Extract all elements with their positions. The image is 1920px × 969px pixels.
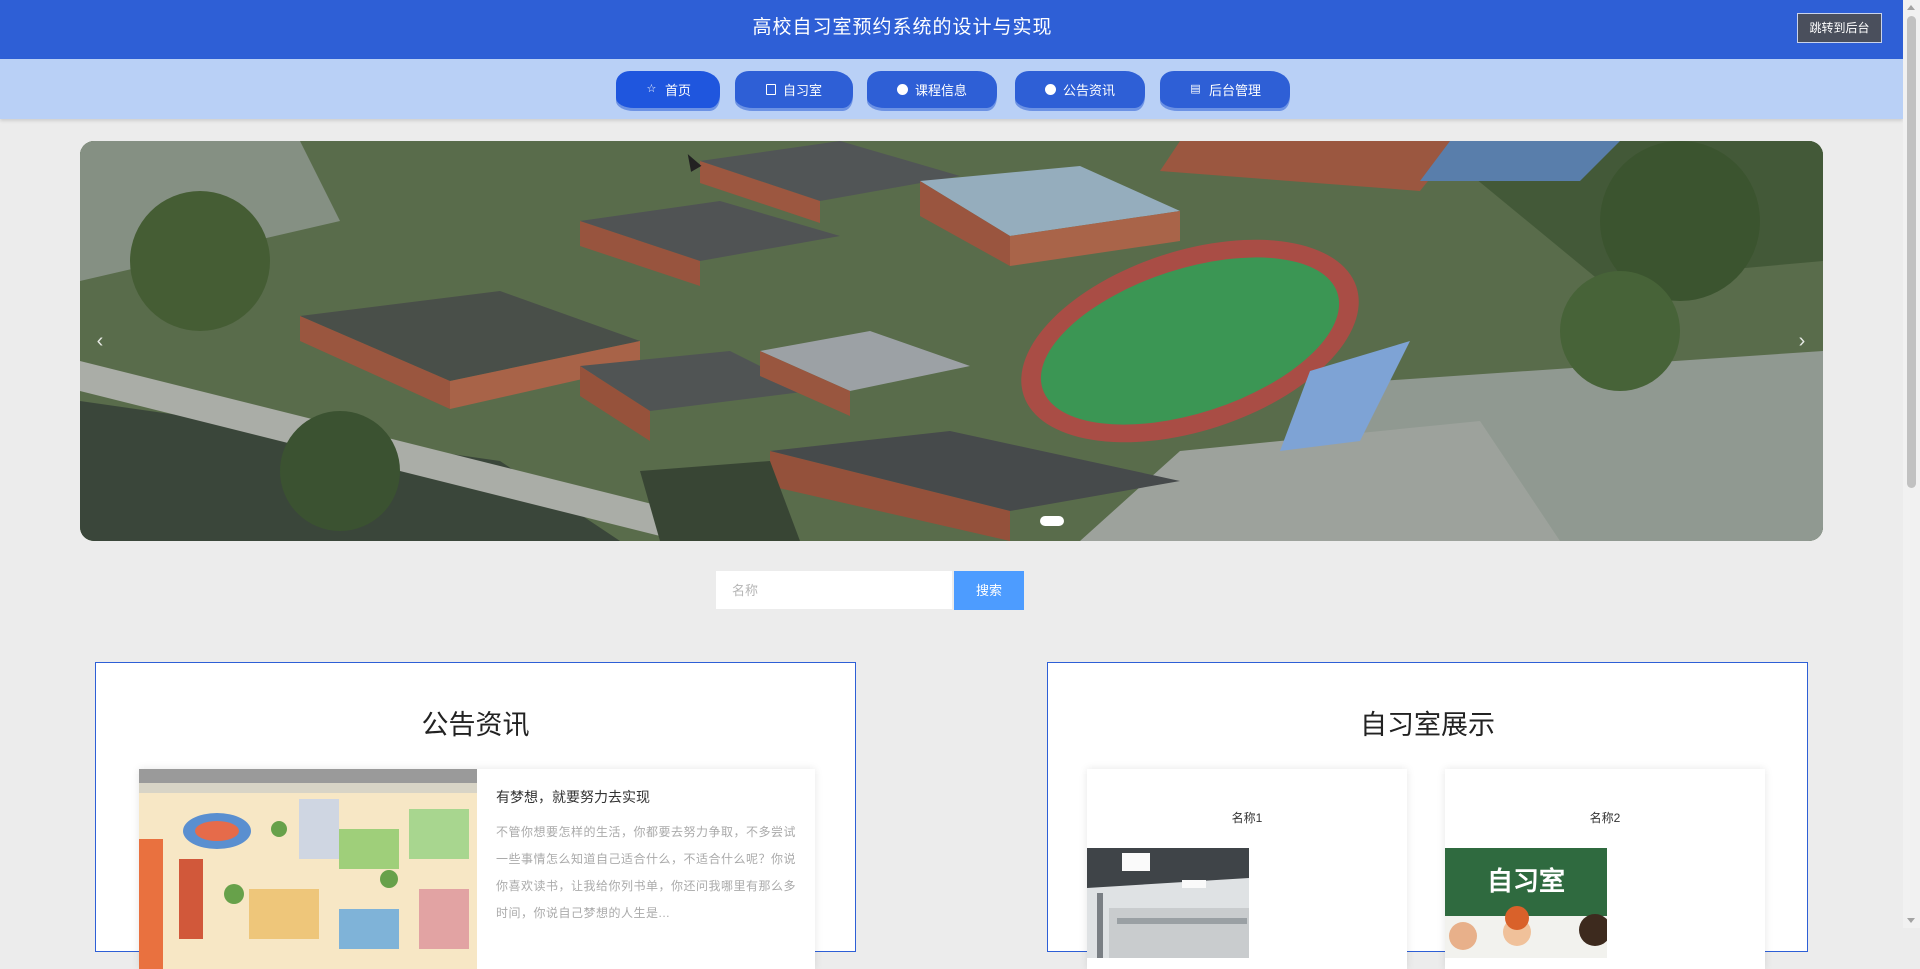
campus-aerial-image [80,141,1823,541]
go-to-admin-button[interactable]: 跳转到后台 [1797,13,1882,43]
room-icon [765,84,776,95]
study-room-image-text: 自习室 [1487,866,1565,897]
scroll-down-icon[interactable] [1907,918,1915,923]
news-item-title: 有梦想，就要努力去实现 [496,789,650,805]
main-nav: ☆ 首页 自习室 课程信息 公告资讯 ▤ 后台管理 [0,59,1903,119]
study-room-image: 自习室 [1445,848,1607,958]
nav-item-label: 课程信息 [914,83,967,98]
news-item-summary: 不管你想要怎样的生活，你都要去努力争取，不多尝试一些事情怎么知道自己适合什么，不… [496,825,797,920]
nav-item-study-room[interactable]: 自习室 [735,71,853,108]
study-room-image [1087,848,1249,958]
nav-item-course-info[interactable]: 课程信息 [867,71,997,108]
news-item-image [139,769,477,969]
scroll-up-icon[interactable] [1907,5,1915,10]
dot-icon [1044,84,1056,95]
page-scrollbar[interactable] [1903,0,1920,928]
study-room-card[interactable]: 名称2 自习室 [1445,769,1765,969]
nav-item-announcements[interactable]: 公告资讯 [1015,71,1145,108]
study-room-name: 名称1 [1231,811,1263,825]
banner-indicator-dot[interactable] [1040,516,1064,526]
search-input[interactable] [716,571,952,609]
nav-item-label: 公告资讯 [1062,83,1115,98]
news-panel: 公告资讯 有梦想，就要努力去实现 不管你想要怎样的生活，你都要去努力争取，不多尝… [95,662,856,969]
nav-item-label: 自习室 [782,83,822,98]
news-item-card[interactable]: 有梦想，就要努力去实现 不管你想要怎样的生活，你都要去努力争取，不多尝试一些事情… [139,769,815,969]
nav-item-label: 后台管理 [1208,83,1261,98]
nav-item-home[interactable]: ☆ 首页 [616,71,720,108]
admin-icon: ▤ [1190,83,1201,95]
nav-item-label: 首页 [664,83,691,98]
nav-item-admin[interactable]: ▤ 后台管理 [1160,71,1290,108]
site-header: 高校自习室预约系统的设计与实现 跳转到后台 [0,0,1903,59]
banner-next-arrow[interactable]: › [1790,326,1814,356]
study-room-panel-title: 自习室展示 [1360,710,1495,740]
scrollbar-thumb[interactable] [1907,16,1916,488]
banner-prev-arrow[interactable]: ‹ [88,326,112,356]
star-icon: ☆ [646,83,657,95]
dot-icon [896,84,908,95]
search-button[interactable]: 搜索 [954,571,1024,610]
study-room-panel: 自习室展示 名称1 名称2 自习室 [1047,662,1808,969]
site-title: 高校自习室预约系统的设计与实现 [752,17,1053,38]
news-panel-title: 公告资讯 [421,710,530,740]
study-room-name: 名称2 [1589,811,1621,825]
campus-banner: ‹ › [80,141,1823,541]
study-room-card[interactable]: 名称1 [1087,769,1407,969]
